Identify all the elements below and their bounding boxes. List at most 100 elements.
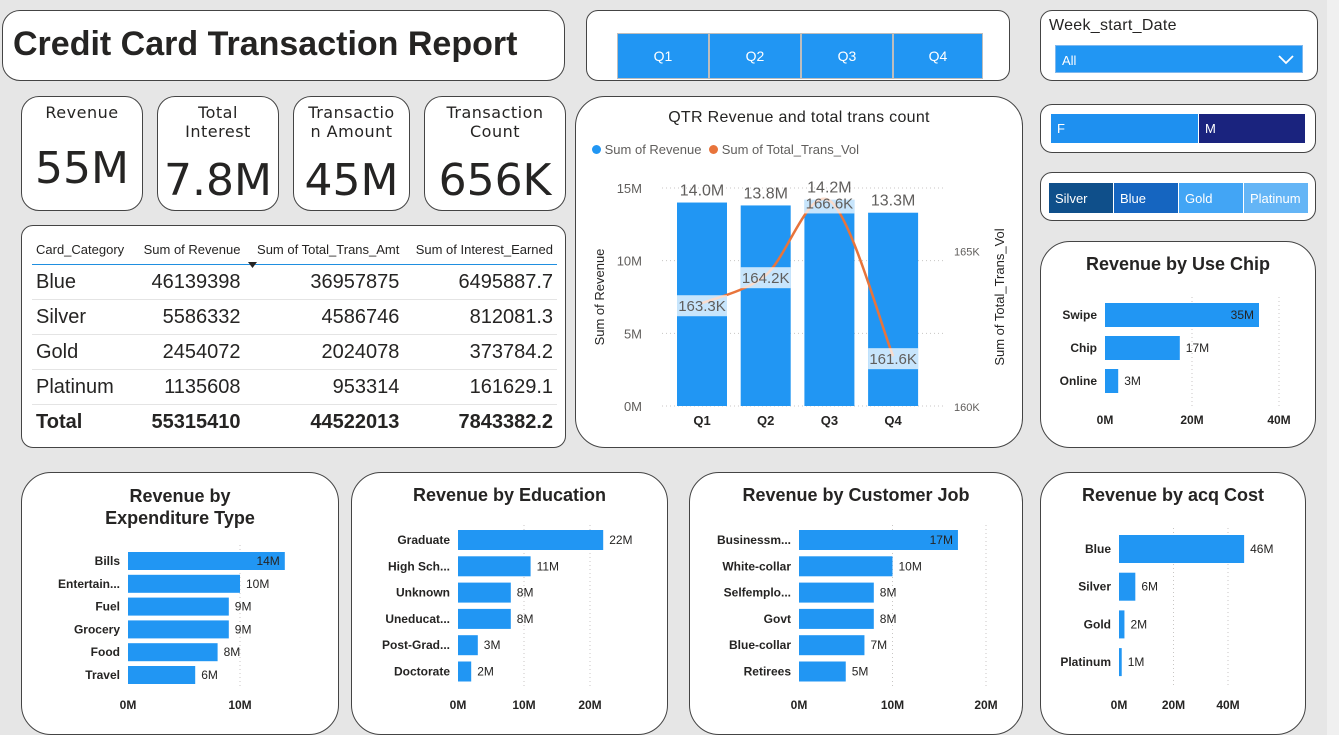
- category-label: Platinum: [1060, 655, 1111, 669]
- kpi-label: Revenue: [45, 103, 119, 122]
- matrix-header-row: Card_Category Sum of Revenue Sum of Tota…: [32, 234, 557, 268]
- category-button-platinum[interactable]: Platinum: [1244, 183, 1309, 213]
- data-label: 22M: [609, 533, 632, 547]
- data-label: 8M: [880, 586, 897, 600]
- gender-button-m[interactable]: M: [1199, 114, 1306, 143]
- x-tick-label: 0M: [1097, 413, 1114, 427]
- x-tick-label: Q1: [693, 413, 710, 428]
- data-label: 6M: [1141, 580, 1158, 594]
- x-tick-label: Q3: [821, 413, 838, 428]
- bar: [799, 608, 874, 629]
- data-label: 17M: [930, 533, 953, 547]
- exp-chart-card: Revenue by Expenditure Type 0M 10M Bills 14…: [21, 472, 339, 735]
- bar: [740, 205, 791, 406]
- bar: [458, 556, 531, 577]
- x-tick-label: 20M: [1162, 698, 1185, 712]
- x-tick-label: 20M: [974, 698, 997, 712]
- exp-chart-svg: 0M 10M Bills 14M Entertain... 10M Fuel 9M Grocer…: [58, 545, 285, 712]
- category-button-silver[interactable]: Silver: [1049, 183, 1114, 213]
- data-label: 6M: [201, 668, 218, 682]
- sort-descending-icon: [248, 262, 258, 268]
- x-tick-label: 40M: [1267, 413, 1290, 427]
- x-tick-label: 0M: [1111, 698, 1128, 712]
- kpi-value: 45M: [304, 155, 399, 206]
- week-filter-label: Week_start_Date: [1049, 17, 1177, 34]
- bar: [458, 661, 472, 682]
- gender-button-f[interactable]: F: [1051, 114, 1199, 143]
- kpi-label: Total Interest: [185, 103, 251, 141]
- bar: [128, 574, 240, 593]
- data-label: 46M: [1250, 542, 1273, 556]
- category-slicer-bar: Silver Blue Gold Platinum: [1049, 183, 1309, 213]
- category-label: Graduate: [397, 533, 450, 547]
- x-tick-label: 20M: [1180, 413, 1203, 427]
- table-cell: 4586746: [244, 299, 404, 335]
- kpi-transaction-count: Transaction Count 656K: [424, 96, 566, 211]
- kpi-value: 7.8M: [164, 155, 272, 206]
- column-header[interactable]: Sum of Interest_Earned: [403, 234, 557, 265]
- quarter-button-q1[interactable]: Q1: [617, 33, 709, 79]
- job-chart-card: Revenue by Customer Job 0M 10M 20M Business…: [689, 472, 1023, 735]
- matrix-table: Card_Category Sum of Revenue Sum of Tota…: [32, 234, 557, 439]
- bar: [799, 661, 846, 682]
- column-header[interactable]: Card_Category: [32, 234, 134, 265]
- data-label: 3M: [1124, 374, 1141, 388]
- y2-axis-label: Sum of Total_Trans_Vol: [992, 228, 1007, 365]
- total-cell: 7843382.2: [403, 404, 557, 439]
- category-label: Govt: [764, 612, 791, 626]
- quarter-button-q2[interactable]: Q2: [709, 33, 801, 79]
- category-label: Post-Grad...: [382, 638, 450, 652]
- page-scrollbar[interactable]: [1327, 0, 1339, 735]
- bar: [458, 635, 478, 656]
- table-cell: 161629.1: [403, 369, 557, 405]
- bar: [458, 530, 604, 550]
- table-row[interactable]: Gold 2454072 2024078 373784.2: [32, 334, 557, 370]
- data-label: 7M: [870, 638, 887, 652]
- page-title: Credit Card Transaction Report: [13, 25, 518, 63]
- table-cell: Gold: [32, 334, 134, 370]
- x-tick-label: 0M: [120, 698, 137, 712]
- data-label: 11M: [537, 559, 559, 573]
- kpi-label: Transactio n Amount: [308, 103, 395, 141]
- gender-slicer-bar: F M: [1051, 114, 1306, 143]
- table-row[interactable]: Platinum 1135608 953314 161629.1: [32, 369, 557, 405]
- chip-chart-svg: 0M 20M 40M Swipe 35M Chip 17M Online 3M: [1060, 297, 1291, 427]
- kpi-revenue: Revenue 55M: [21, 96, 143, 211]
- table-cell: 6495887.7: [403, 264, 557, 300]
- qtr-chart-svg: 0M 5M 10M 15M 160K 165K Sum of Revenue Sum of T…: [592, 180, 1007, 428]
- y-tick-label: 5M: [624, 326, 642, 341]
- bar-data-label: 13.3M: [871, 193, 915, 210]
- table-cell: Platinum: [32, 369, 134, 405]
- bar: [1105, 336, 1180, 360]
- column-header[interactable]: Sum of Revenue: [133, 234, 245, 265]
- table-row[interactable]: Silver 5586332 4586746 812081.3: [32, 299, 557, 335]
- category-label: Unknown: [396, 586, 450, 600]
- kpi-total-interest: Total Interest 7.8M: [157, 96, 279, 211]
- data-label: 17M: [1186, 341, 1209, 355]
- bar: [1119, 610, 1125, 639]
- category-button-gold[interactable]: Gold: [1179, 183, 1244, 213]
- bar: [128, 620, 229, 639]
- category-label: Retirees: [744, 665, 792, 679]
- category-label: Blue-collar: [729, 638, 791, 652]
- chevron-down-icon: [1278, 55, 1294, 65]
- bar-data-label: 14.0M: [680, 183, 724, 200]
- data-label: 8M: [517, 612, 534, 626]
- data-label: 8M: [224, 645, 241, 659]
- data-label: 8M: [880, 612, 897, 626]
- week-filter-dropdown[interactable]: All: [1055, 45, 1303, 73]
- table-row[interactable]: Blue 46139398 36957875 6495887.7: [32, 264, 557, 300]
- column-header-sorted[interactable]: Sum of Total_Trans_Amt: [244, 234, 404, 268]
- kpi-value: 656K: [438, 155, 552, 206]
- x-tick-label: 10M: [228, 698, 251, 712]
- bar: [128, 597, 229, 616]
- chip-chart-card: Revenue by Use Chip 0M 20M 40M Swipe 35M Chip…: [1040, 241, 1316, 448]
- table-cell: 373784.2: [403, 334, 557, 370]
- category-button-blue[interactable]: Blue: [1114, 183, 1179, 213]
- trans-vol-line: [701, 197, 895, 357]
- category-label: White-collar: [722, 559, 791, 573]
- quarter-button-q4[interactable]: Q4: [893, 33, 983, 79]
- bar: [1119, 535, 1245, 563]
- quarter-button-q3[interactable]: Q3: [801, 33, 893, 79]
- bar: [1105, 369, 1119, 393]
